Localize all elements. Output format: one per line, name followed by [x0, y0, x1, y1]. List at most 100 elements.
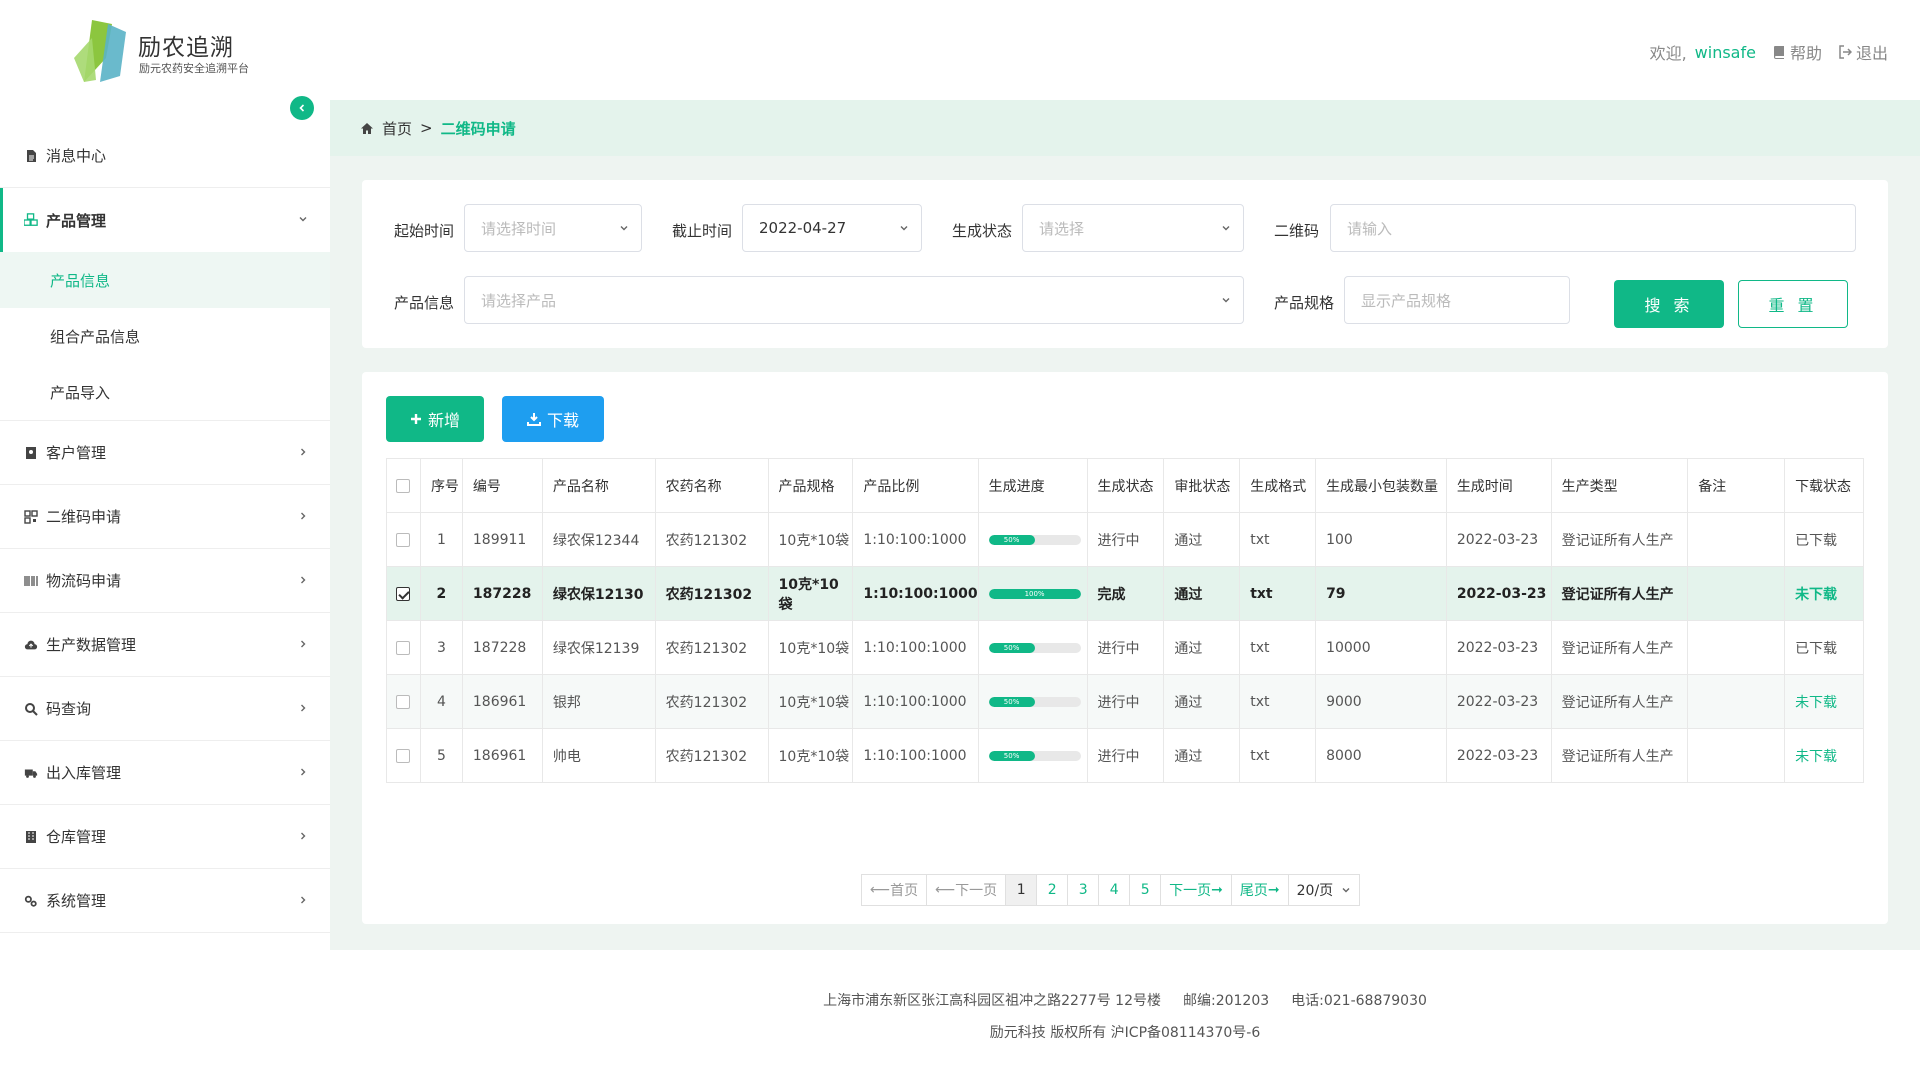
- cell-code: 189911: [461, 512, 543, 567]
- column-header[interactable]: 生成最小包装数量: [1315, 458, 1447, 513]
- sidebar-subitem-product-info[interactable]: 产品信息: [0, 252, 330, 308]
- footer-postcode: 邮编:201203: [1182, 993, 1270, 1009]
- footer-phone: 电话:021-68879030: [1291, 993, 1427, 1009]
- cell-pesticide: 农药121302: [654, 566, 769, 621]
- column-header[interactable]: 序号: [419, 458, 463, 513]
- sidebar-item-code-query[interactable]: 码查询: [0, 677, 330, 741]
- spec-input[interactable]: 显示产品规格: [1344, 276, 1570, 324]
- table-row[interactable]: 1 189911 绿农保12344 农药121302 10克*10袋 1:10:100:1…: [386, 512, 1864, 567]
- cell-remark: [1687, 728, 1786, 783]
- sidebar-item-inout-stock[interactable]: 出入库管理: [0, 741, 330, 805]
- cell-gen_status: 进行中: [1086, 512, 1165, 567]
- chevron-down-icon: [900, 226, 908, 231]
- sidebar-item-label: 消息中心: [46, 147, 107, 165]
- arrow-left-icon: ⟵: [870, 882, 891, 898]
- cell-ratio: 1:10:100:1000: [852, 620, 979, 675]
- pager-next-button[interactable]: 下一页 ➞: [1160, 874, 1232, 906]
- sidebar-item-qrcode[interactable]: 二维码申请: [0, 485, 330, 549]
- pager-last-button[interactable]: 尾页 ➞: [1230, 874, 1289, 906]
- chevron-left-icon: [299, 104, 305, 112]
- sidebar-subitem-product-import[interactable]: 产品导入: [0, 364, 330, 421]
- sidebar-item-system[interactable]: 系统管理: [0, 869, 330, 933]
- sidebar-item-customers[interactable]: 客户管理: [0, 421, 330, 485]
- table-row[interactable]: 3 187228 绿农保12139 农药121302 10克*10袋 1:10:100:1…: [386, 620, 1864, 675]
- end-time-select[interactable]: 2022-04-27: [742, 204, 922, 252]
- sidebar-item-warehouse[interactable]: 仓库管理: [0, 805, 330, 869]
- sidebar-item-messages[interactable]: 消息中心: [0, 124, 330, 188]
- cell-approval: 通过: [1163, 674, 1241, 729]
- pager-page-4[interactable]: 4: [1098, 874, 1131, 906]
- download-button[interactable]: 下载: [502, 396, 604, 442]
- qrcode-input[interactable]: 请输入: [1330, 204, 1856, 252]
- chevron-down-icon: [1222, 298, 1230, 303]
- table-row[interactable]: 5 186961 帅电 农药121302 10克*10袋 1:10:100:1000 50%…: [386, 728, 1864, 783]
- cell-ratio: 1:10:100:1000: [852, 728, 979, 783]
- start-time-label: 起始时间: [394, 222, 455, 240]
- column-header[interactable]: 产品比例: [852, 458, 979, 513]
- row-checkbox[interactable]: [396, 532, 411, 547]
- column-header[interactable]: 备注: [1687, 458, 1786, 513]
- logout-link[interactable]: 退出: [1838, 40, 1888, 64]
- column-header[interactable]: 生产类型: [1550, 458, 1689, 513]
- cell-time: 2022-03-23: [1445, 728, 1552, 783]
- column-header[interactable]: 编号: [461, 458, 543, 513]
- pager-page-5[interactable]: 5: [1129, 874, 1162, 906]
- sidebar-item-label: 出入库管理: [46, 764, 122, 782]
- row-checkbox[interactable]: [396, 748, 411, 763]
- cell-format: txt: [1239, 512, 1317, 567]
- cell-remark: [1687, 674, 1786, 729]
- start-time-select[interactable]: 请选择时间: [464, 204, 642, 252]
- column-header[interactable]: 产品名称: [541, 458, 656, 513]
- cell-product: 银邦: [541, 674, 656, 729]
- subitem-label: 组合产品信息: [50, 327, 141, 346]
- sidebar-item-label: 生产数据管理: [46, 636, 137, 654]
- column-header[interactable]: 农药名称: [654, 458, 769, 513]
- sidebar-item-label: 物流码申请: [46, 572, 122, 590]
- column-header[interactable]: 下载状态: [1784, 458, 1864, 513]
- chevron-down-icon: [1342, 888, 1350, 893]
- add-label: 新增: [427, 411, 460, 430]
- username-link[interactable]: winsafe: [1695, 43, 1756, 62]
- help-link[interactable]: 帮助: [1772, 40, 1822, 64]
- chevron-right-icon: [301, 768, 306, 776]
- select-all-cell: [386, 458, 421, 513]
- qrcode-placeholder: 请输入: [1347, 219, 1393, 238]
- sidebar-item-products[interactable]: 产品管理: [0, 188, 330, 252]
- help-label: 帮助: [1789, 44, 1822, 63]
- column-header[interactable]: 生成格式: [1239, 458, 1317, 513]
- column-header[interactable]: 产品规格: [767, 458, 854, 513]
- page-size-select[interactable]: 20/页: [1287, 874, 1361, 906]
- sidebar-item-production-data[interactable]: 生产数据管理: [0, 613, 330, 677]
- subitem-label: 产品信息: [50, 271, 111, 290]
- table-row[interactable]: 2 187228 绿农保12130 农药121302 10克*10袋 1:10:100:1…: [386, 566, 1864, 621]
- pager-first-button[interactable]: ⟵ 首页: [861, 874, 928, 906]
- cell-type: 登记证所有人生产: [1550, 620, 1689, 675]
- sidebar-collapse-button[interactable]: [290, 96, 314, 120]
- row-checkbox[interactable]: [396, 586, 411, 601]
- cloud-upload-icon: [24, 638, 38, 652]
- status-placeholder: 请选择: [1039, 219, 1085, 238]
- pager-prev-button[interactable]: ⟵ 下一页: [926, 874, 1007, 906]
- breadcrumb-home[interactable]: 首页: [382, 118, 412, 139]
- row-checkbox[interactable]: [396, 640, 411, 655]
- product-select[interactable]: 请选择产品: [464, 276, 1244, 324]
- sidebar-subitem-combo-product[interactable]: 组合产品信息: [0, 308, 330, 364]
- column-header[interactable]: 生成进度: [977, 458, 1088, 513]
- column-header[interactable]: 审批状态: [1163, 458, 1241, 513]
- select-all-checkbox[interactable]: [396, 478, 411, 493]
- status-select[interactable]: 请选择: [1022, 204, 1244, 252]
- row-checkbox[interactable]: [396, 694, 411, 709]
- column-header[interactable]: 生成状态: [1086, 458, 1165, 513]
- pager-page-1[interactable]: 1: [1005, 874, 1038, 906]
- sidebar-item-logistics-code[interactable]: 物流码申请: [0, 549, 330, 613]
- table-row[interactable]: 4 186961 银邦 农药121302 10克*10袋 1:10:100:1000 50%…: [386, 674, 1864, 729]
- cell-spec: 10克*10袋: [767, 620, 854, 675]
- start-time-placeholder: 请选择时间: [481, 219, 557, 238]
- pager-page-3[interactable]: 3: [1067, 874, 1100, 906]
- search-button[interactable]: 搜 索: [1614, 280, 1724, 328]
- table-header-row: 序号 编号 产品名称 农药名称 产品规格 产品比例 生成进度 生成状态 审批状态…: [386, 458, 1864, 513]
- add-button[interactable]: 新增: [386, 396, 484, 442]
- column-header[interactable]: 生成时间: [1445, 458, 1552, 513]
- pager-page-2[interactable]: 2: [1036, 874, 1069, 906]
- reset-button[interactable]: 重 置: [1738, 280, 1848, 328]
